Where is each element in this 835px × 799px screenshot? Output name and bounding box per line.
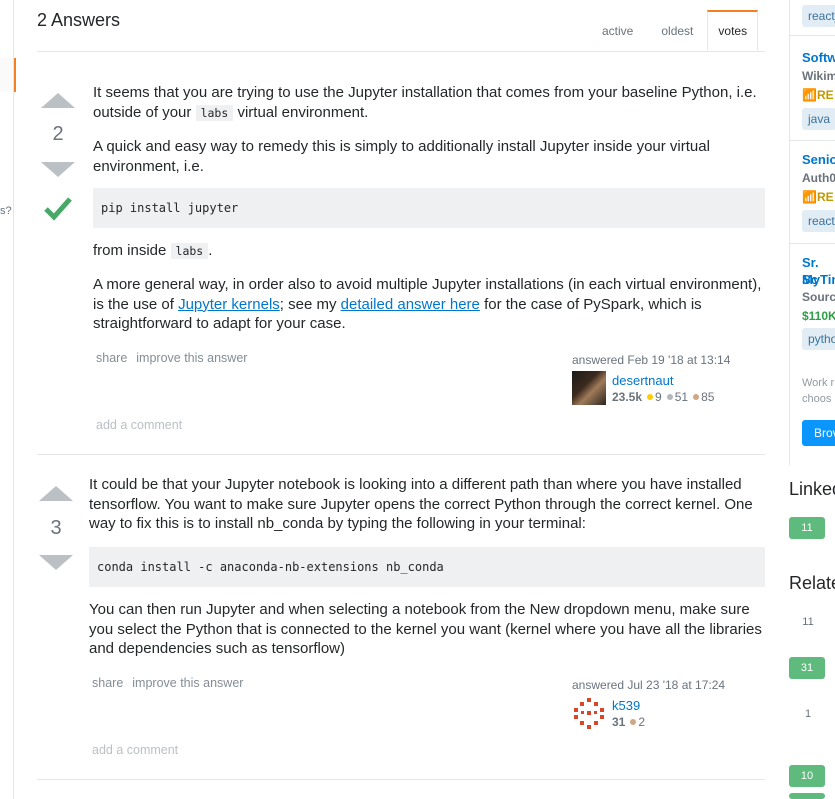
improve-answer-link[interactable]: improve this answer	[132, 676, 243, 690]
header-divider	[37, 51, 765, 52]
inline-code: labs	[195, 104, 234, 121]
answer1-answered-time: answered Feb 19 '18 at 13:14	[572, 353, 731, 367]
answer1-user-name[interactable]: desertnaut	[612, 373, 673, 388]
answer1-vote-count: 2	[52, 123, 64, 145]
silver-badge-count: 51	[674, 390, 689, 404]
job-tag[interactable]: java	[802, 108, 835, 130]
answer1-reputation: 23.5k 9 51 85	[612, 390, 714, 404]
answers-count-heading: 2 Answers	[37, 10, 121, 30]
answer1-text: .	[208, 242, 213, 259]
answer2-reputation: 31 2	[612, 715, 645, 729]
vote-up-arrow-icon[interactable]	[39, 486, 73, 501]
related-question-score[interactable]	[789, 793, 825, 799]
job-company: Auth0	[802, 171, 835, 185]
gold-badge-count: 9	[655, 390, 662, 404]
linked-question-score[interactable]: 11	[789, 517, 825, 539]
vote-down-arrow-icon[interactable]	[41, 162, 75, 177]
browse-jobs-button[interactable]: Brov	[802, 420, 835, 446]
job-divider	[790, 35, 835, 36]
job-tag[interactable]: pytho	[802, 328, 835, 350]
answer-divider	[37, 779, 765, 780]
vote-down-arrow-icon[interactable]	[39, 555, 73, 570]
jupyter-kernels-link[interactable]: Jupyter kernels	[178, 296, 280, 313]
linked-heading: Linked	[789, 479, 835, 499]
answer2-add-comment[interactable]: add a comment	[92, 743, 178, 757]
answer1-paragraph-1: It seems that you are trying to use the …	[93, 83, 765, 123]
answer1-paragraph-3: from inside labs.	[93, 241, 765, 262]
share-link[interactable]: share	[92, 676, 123, 690]
answer2-answered-time: answered Jul 23 '18 at 17:24	[572, 678, 726, 692]
share-link[interactable]: share	[96, 351, 127, 365]
tab-oldest[interactable]: oldest	[647, 10, 707, 51]
gold-badge-icon	[647, 394, 654, 401]
improve-answer-link[interactable]: improve this answer	[136, 351, 247, 365]
job-title[interactable]: Softw	[802, 49, 835, 66]
related-question-score[interactable]: 11	[789, 610, 827, 634]
answer2-paragraph-1: It could be that your Jupyter notebook i…	[89, 476, 753, 532]
job-tag[interactable]: react	[802, 210, 835, 232]
left-nav-divider	[13, 0, 14, 799]
job-company: Wikim	[802, 69, 835, 83]
tab-votes[interactable]: votes	[707, 10, 759, 50]
job-remote: 📶RE	[802, 190, 834, 204]
answer1-text: from inside	[93, 242, 167, 259]
answer1-paragraph-2: A quick and easy way to remedy this is s…	[93, 138, 710, 175]
related-question-score[interactable]: 31	[789, 657, 825, 679]
silver-badge-icon	[666, 394, 673, 401]
answer2-user-name[interactable]: k539	[612, 698, 640, 713]
job-divider	[790, 140, 835, 141]
jobs-note: Work r choos	[802, 375, 834, 407]
answer1-text: It seems that you are trying to use the …	[93, 84, 757, 121]
detailed-answer-link[interactable]: detailed answer here	[341, 296, 480, 313]
answer2-post-menu: share improve this answer	[92, 674, 252, 692]
jobs-note-line: Work r	[802, 377, 835, 389]
answer2-code-block: conda install -c anaconda-nb-extensions …	[89, 547, 765, 587]
vote-up-arrow-icon[interactable]	[41, 93, 75, 108]
job-salary: $110K	[802, 309, 835, 323]
related-question-score[interactable]: 1	[789, 702, 827, 726]
answer-sort-tabs: active oldest votes	[588, 10, 759, 51]
bronze-badge-icon	[630, 719, 637, 726]
answer1-paragraph-4: A more general way, in order also to avo…	[93, 275, 765, 334]
bronze-badge-count: 2	[638, 715, 646, 729]
related-question-score[interactable]: 10	[789, 765, 825, 787]
job-tag[interactable]: reactj	[802, 5, 835, 27]
avatar[interactable]	[572, 371, 606, 405]
accepted-check-icon	[44, 195, 72, 229]
jobs-note-line: choos	[802, 393, 832, 405]
job-remote: 📶RE	[802, 88, 834, 102]
bronze-badge-count: 85	[701, 390, 715, 404]
bronze-badge-icon	[693, 394, 700, 401]
answer1-post-menu: share improve this answer	[96, 349, 256, 367]
job-title-line2[interactable]: MyTin	[802, 271, 835, 288]
job-remote-label: RE	[816, 88, 834, 102]
job-remote-label: RE	[816, 190, 834, 204]
answer-divider	[37, 454, 765, 455]
answer2-vote-count: 3	[50, 517, 62, 539]
inline-code: labs	[170, 243, 209, 259]
answer1-code-block: pip install jupyter	[93, 188, 765, 228]
left-nav-fragment-text: s?	[0, 205, 12, 217]
job-company: Sourc	[802, 290, 835, 304]
answer1-add-comment[interactable]: add a comment	[96, 418, 182, 432]
wifi-icon: 📶	[802, 190, 817, 204]
answer1-text: virtual environment.	[237, 103, 369, 121]
wifi-icon: 📶	[802, 88, 817, 102]
answer1-text: ; see my	[279, 295, 337, 313]
related-heading: Relate	[789, 573, 835, 593]
reputation-score: 23.5k	[612, 390, 643, 404]
job-title[interactable]: Senio	[802, 151, 835, 168]
reputation-score: 31	[612, 715, 626, 729]
job-divider	[790, 243, 835, 244]
avatar[interactable]	[572, 696, 606, 730]
tab-active[interactable]: active	[588, 10, 647, 51]
answer1-body: It seems that you are trying to use the …	[93, 83, 765, 176]
answer2-paragraph-2: You can then run Jupyter and when select…	[89, 601, 762, 657]
sidebar-jobs-border	[789, 0, 790, 465]
